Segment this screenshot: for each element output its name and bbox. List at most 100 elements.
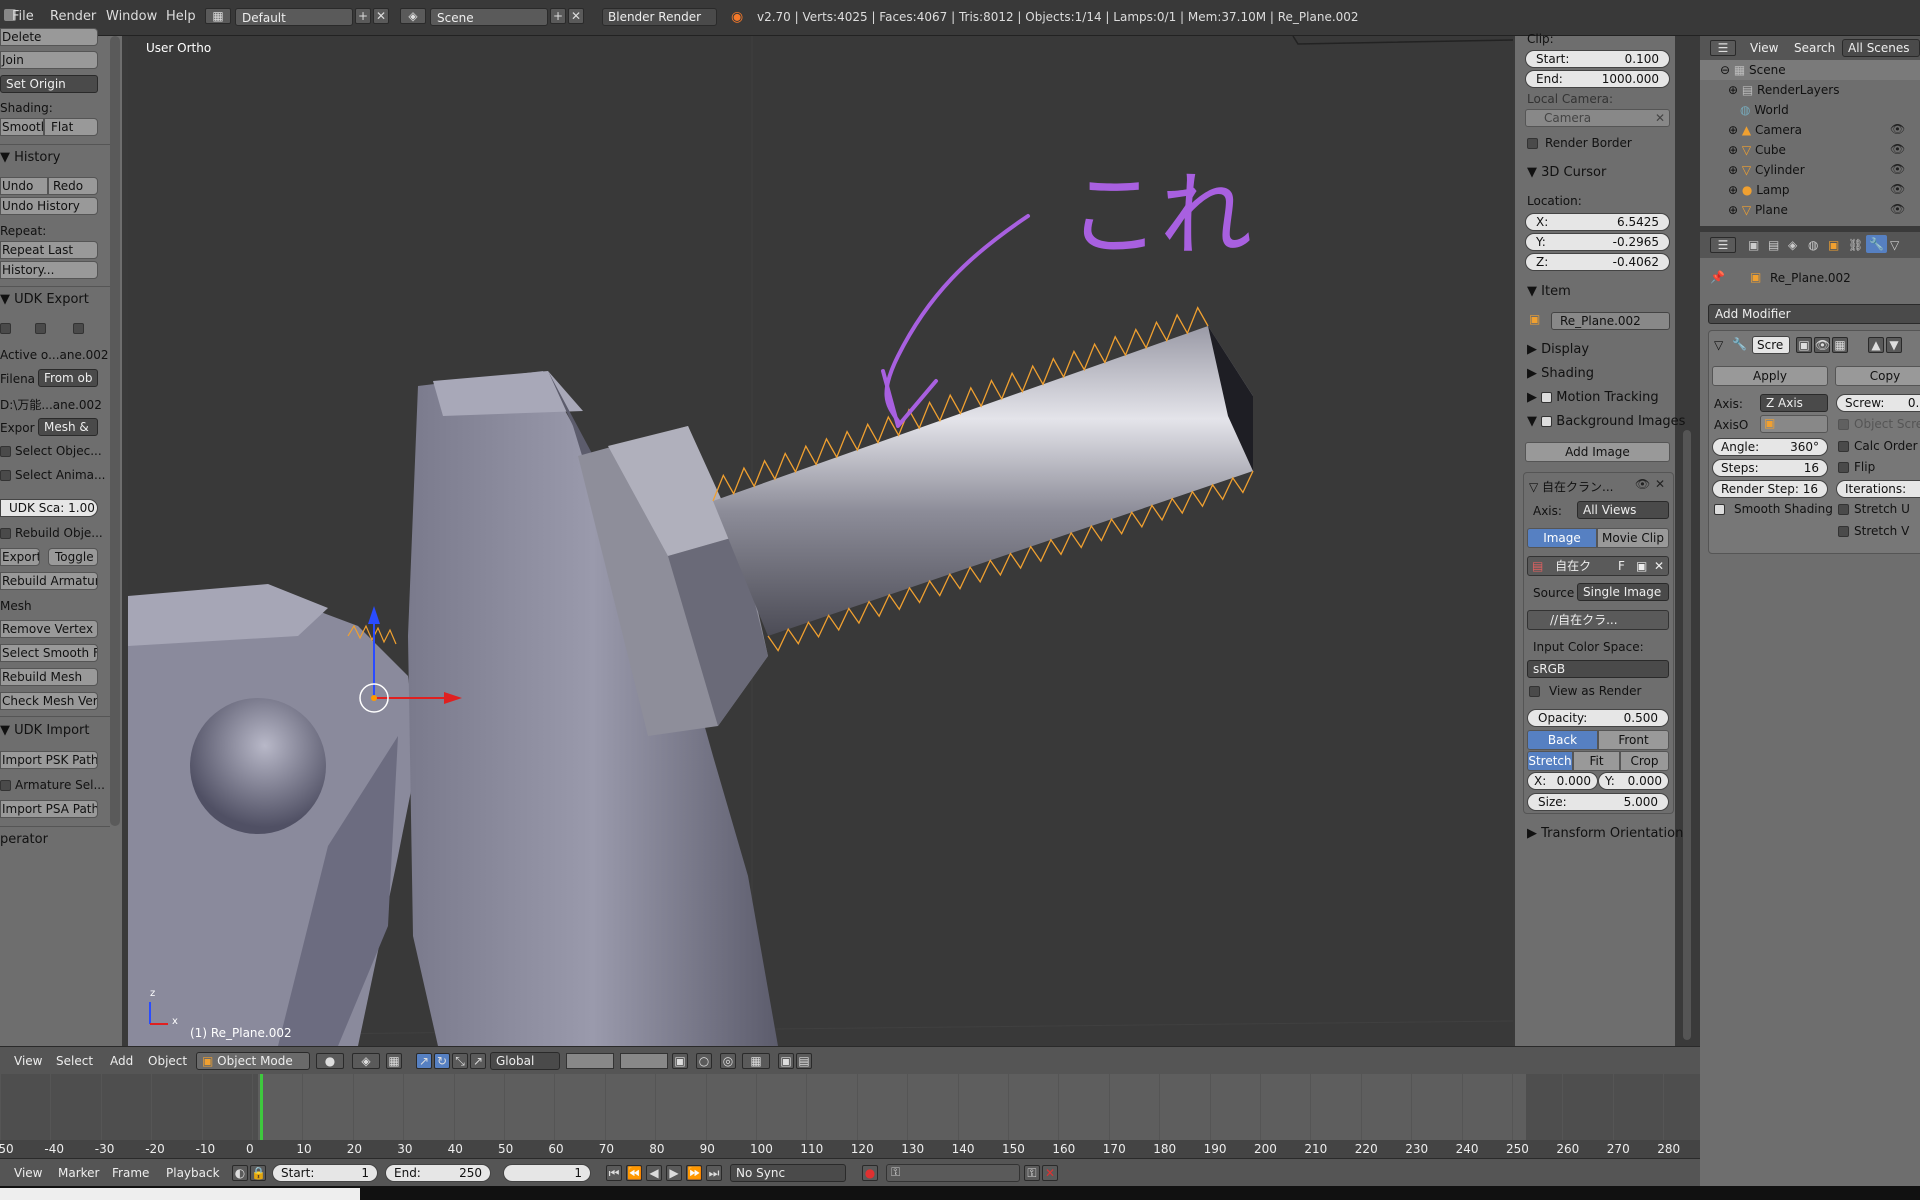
menu-object[interactable]: Object	[148, 1054, 187, 1068]
visibility-eye-icon[interactable]: 👁	[1890, 122, 1905, 136]
background-images-checkbox[interactable]	[1541, 416, 1553, 427]
armature-sel-checkbox[interactable]	[0, 780, 11, 791]
menu-window[interactable]: Window	[106, 9, 157, 24]
object-tab-icon[interactable]: ▣	[1828, 238, 1839, 252]
lock-icon[interactable]: 🔒	[250, 1165, 266, 1181]
record-icon[interactable]: ●	[862, 1165, 878, 1181]
panel-scrollbar[interactable]	[1683, 430, 1691, 1040]
outliner-item-camera[interactable]: ⊕ ▲ Camera	[1700, 120, 1920, 140]
shading-mode-icon[interactable]: ●	[316, 1053, 344, 1069]
editor-type-icon[interactable]: ☰	[1710, 237, 1736, 253]
filename-dropdown[interactable]: From ob	[38, 369, 98, 387]
steps-field[interactable]: Steps: 16	[1712, 459, 1828, 477]
outliner-item-renderlayers[interactable]: ⊕ ▤ RenderLayers	[1700, 80, 1920, 100]
start-frame-field[interactable]: Start: 1	[272, 1164, 378, 1182]
screw-field[interactable]: Screw:0.0	[1836, 394, 1920, 412]
tab-movie-clip[interactable]: Movie Clip	[1597, 528, 1669, 548]
remove-scene-button[interactable]: ✕	[568, 8, 584, 24]
transform-orientations-header[interactable]: ▶ Transform Orientations	[1527, 826, 1690, 841]
render-border-checkbox[interactable]	[1527, 138, 1538, 149]
open-image-icon[interactable]: ▣	[1636, 557, 1647, 575]
add-image-button[interactable]: Add Image	[1525, 442, 1670, 462]
front-toggle[interactable]: Front	[1598, 730, 1669, 750]
import-psk-button[interactable]: Import PSK Path	[0, 751, 98, 769]
render-tab-icon[interactable]: ▣	[1748, 238, 1759, 252]
axis-dropdown[interactable]: Z Axis	[1760, 394, 1828, 412]
3d-cursor-header[interactable]: ▼ 3D Cursor	[1527, 165, 1606, 180]
current-frame-line[interactable]	[260, 1074, 263, 1140]
operator-header[interactable]: perator	[0, 832, 48, 847]
export-type-dropdown[interactable]: Mesh &	[38, 418, 98, 436]
outliner-item-scene[interactable]: ⊖ ▦ Scene	[1700, 60, 1920, 80]
visibility-eye-icon[interactable]: 👁	[1890, 182, 1905, 196]
clip-end-field[interactable]: End: 1000.000	[1525, 70, 1670, 88]
opacity-field[interactable]: Opacity: 0.500	[1527, 709, 1669, 727]
udk-checkbox-2[interactable]	[35, 323, 46, 334]
menu-help[interactable]: Help	[166, 9, 196, 24]
copy-button[interactable]: Copy	[1835, 366, 1920, 386]
iterations-field[interactable]: Iterations:	[1836, 480, 1920, 498]
tab-image[interactable]: Image	[1527, 528, 1597, 548]
prev-keyframe-icon[interactable]: ⏪	[626, 1165, 642, 1181]
undo-history-button[interactable]: Undo History	[0, 197, 98, 215]
angle-field[interactable]: Angle: 360°	[1712, 438, 1828, 456]
fake-user-button[interactable]: F	[1618, 557, 1625, 575]
play-icon[interactable]: ▶	[666, 1165, 682, 1181]
shading-header[interactable]: ▶ Shading	[1527, 366, 1594, 381]
calc-order-checkbox[interactable]	[1838, 441, 1849, 452]
outliner-item-world[interactable]: ◍ World	[1700, 100, 1920, 120]
view-as-render-checkbox[interactable]	[1529, 686, 1540, 697]
udk-scale-field[interactable]: UDK Sca: 1.00	[0, 499, 98, 517]
layers-grid-2[interactable]	[620, 1053, 668, 1069]
remove-bg-icon[interactable]: ✕	[1655, 477, 1665, 491]
rebuild-armature-button[interactable]: Rebuild Armature	[0, 572, 98, 590]
add-modifier-dropdown[interactable]: Add Modifier	[1708, 304, 1920, 324]
outliner-view-menu[interactable]: View	[1750, 41, 1778, 55]
pin-icon[interactable]: 📌	[1710, 270, 1725, 284]
flat-button[interactable]: Flat	[44, 118, 98, 136]
collapse-modifier-icon[interactable]: ▽	[1714, 338, 1723, 352]
outliner-item-cube[interactable]: ⊕ ▽ Cube	[1700, 140, 1920, 160]
menu-add[interactable]: Add	[110, 1054, 133, 1068]
screen-layout-icon[interactable]: ▦	[205, 8, 231, 24]
mode-dropdown[interactable]: ▣ Object Mode	[196, 1052, 310, 1070]
item-header[interactable]: ▼ Item	[1527, 284, 1571, 299]
editmode-toggle-icon[interactable]: ▦	[1832, 337, 1848, 353]
udk-checkbox-1[interactable]	[0, 323, 11, 334]
sync-dropdown[interactable]: No Sync	[730, 1164, 846, 1182]
jump-end-icon[interactable]: ⏭	[706, 1165, 722, 1181]
fit-toggle[interactable]: Fit	[1573, 751, 1620, 771]
3d-viewport[interactable]: User Ortho これ z x (1) Re_Plane.002	[128, 36, 1513, 1046]
bg-axis-dropdown[interactable]: All Views	[1577, 501, 1669, 519]
viewport-toggle-icon[interactable]: 👁	[1814, 337, 1830, 353]
select-objects-checkbox[interactable]	[0, 446, 11, 457]
back-toggle[interactable]: Back	[1527, 730, 1598, 750]
background-images-header[interactable]: ▼ Background Images	[1527, 414, 1685, 429]
history-button[interactable]: History...	[0, 261, 98, 279]
menu-marker[interactable]: Marker	[58, 1166, 99, 1180]
delete-key-icon[interactable]: ✕	[1042, 1165, 1058, 1181]
end-frame-field[interactable]: End: 250	[385, 1164, 491, 1182]
axis-object-field[interactable]: ▣	[1760, 415, 1828, 433]
move-up-icon[interactable]: ▲	[1868, 337, 1884, 353]
render-engine-dropdown[interactable]: Blender Render	[602, 8, 717, 26]
render-toggle-icon[interactable]: ▣	[1796, 337, 1812, 353]
bg-image-row[interactable]: ▽ 自在クラン...	[1529, 478, 1614, 495]
layers-grid[interactable]	[566, 1053, 614, 1069]
offset-x-field[interactable]: X: 0.000	[1527, 772, 1598, 790]
export-button[interactable]: Export	[0, 548, 40, 566]
pivot-icon[interactable]: ◈	[352, 1053, 380, 1069]
display-mode-dropdown[interactable]: All Scenes	[1842, 39, 1920, 57]
color-space-dropdown[interactable]: sRGB	[1527, 660, 1669, 678]
cursor-z-field[interactable]: Z: -0.4062	[1525, 253, 1670, 271]
constraints-tab-icon[interactable]: ⛓	[1848, 238, 1863, 252]
insert-key-icon[interactable]: ⚿	[1024, 1165, 1040, 1181]
scale-alt-icon[interactable]: ↗	[470, 1053, 486, 1069]
outliner-search-menu[interactable]: Search	[1794, 41, 1835, 55]
toolshelf-scrollbar[interactable]	[110, 36, 120, 826]
jump-start-icon[interactable]: ⏮	[606, 1165, 622, 1181]
remove-vertex-button[interactable]: Remove Vertex ...	[0, 620, 98, 638]
manipulator-icon[interactable]: ▦	[386, 1053, 402, 1069]
history-header[interactable]: ▼ History	[0, 150, 60, 165]
menu-file[interactable]: File	[12, 9, 34, 24]
